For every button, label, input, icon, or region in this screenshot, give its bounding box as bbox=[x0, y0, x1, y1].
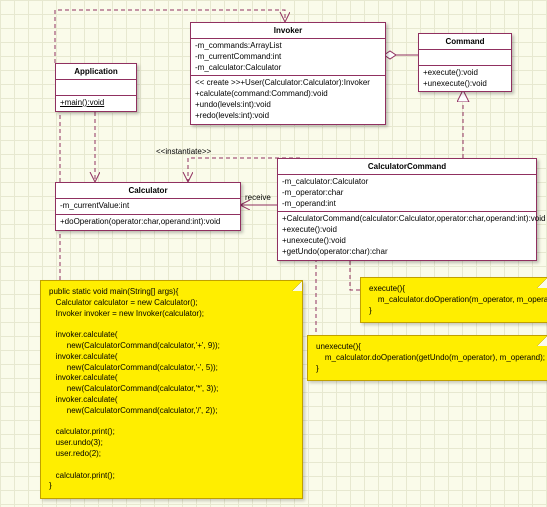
class-invoker: Invoker -m_commands:ArrayList -m_current… bbox=[190, 22, 386, 125]
attr: -m_calculator:Calculator bbox=[195, 63, 381, 74]
class-command: Command +execute():void +unexecute():voi… bbox=[418, 33, 512, 92]
op: +execute():void bbox=[282, 225, 532, 236]
label-instantiate: <<instantiate>> bbox=[156, 147, 211, 156]
op: +unexecute():void bbox=[423, 79, 507, 90]
class-title: Application bbox=[56, 64, 136, 80]
op: +undo(levels:int):void bbox=[195, 100, 381, 111]
op: << create >>+User(Calculator:Calculator)… bbox=[195, 78, 381, 89]
class-title: Calculator bbox=[56, 183, 240, 199]
op: +unexecute():void bbox=[282, 236, 532, 247]
class-title: CalculatorCommand bbox=[278, 159, 536, 175]
class-title: Invoker bbox=[191, 23, 385, 39]
attr: -m_commands:ArrayList bbox=[195, 41, 381, 52]
attr: -m_currentCommand:int bbox=[195, 52, 381, 63]
op: +getUndo(operator:char):char bbox=[282, 247, 532, 258]
note-unexecute: unexecute(){ m_calculator.doOperation(ge… bbox=[307, 335, 547, 381]
op: +doOperation(operator:char,operand:int):… bbox=[60, 217, 236, 228]
attr: -m_operand:int bbox=[282, 199, 532, 210]
class-calculatorcommand: CalculatorCommand -m_calculator:Calculat… bbox=[277, 158, 537, 261]
note-main: public static void main(String[] args){ … bbox=[40, 280, 303, 499]
op: +calculate(command:Command):void bbox=[195, 89, 381, 100]
note-execute: execute(){ m_calculator.doOperation(m_op… bbox=[360, 277, 547, 323]
attr: -m_operator:char bbox=[282, 188, 532, 199]
op: +execute():void bbox=[423, 68, 507, 79]
op: +CalculatorCommand(calculator:Calculator… bbox=[282, 214, 532, 225]
attr: -m_calculator:Calculator bbox=[282, 177, 532, 188]
class-application: Application +main():void bbox=[55, 63, 137, 112]
class-title: Command bbox=[419, 34, 511, 50]
class-calculator: Calculator -m_currentValue:int +doOperat… bbox=[55, 182, 241, 231]
attr: -m_currentValue:int bbox=[60, 201, 236, 212]
op-main: +main():void bbox=[60, 98, 104, 107]
op: +redo(levels:int):void bbox=[195, 111, 381, 122]
label-receive: receive bbox=[245, 193, 271, 202]
